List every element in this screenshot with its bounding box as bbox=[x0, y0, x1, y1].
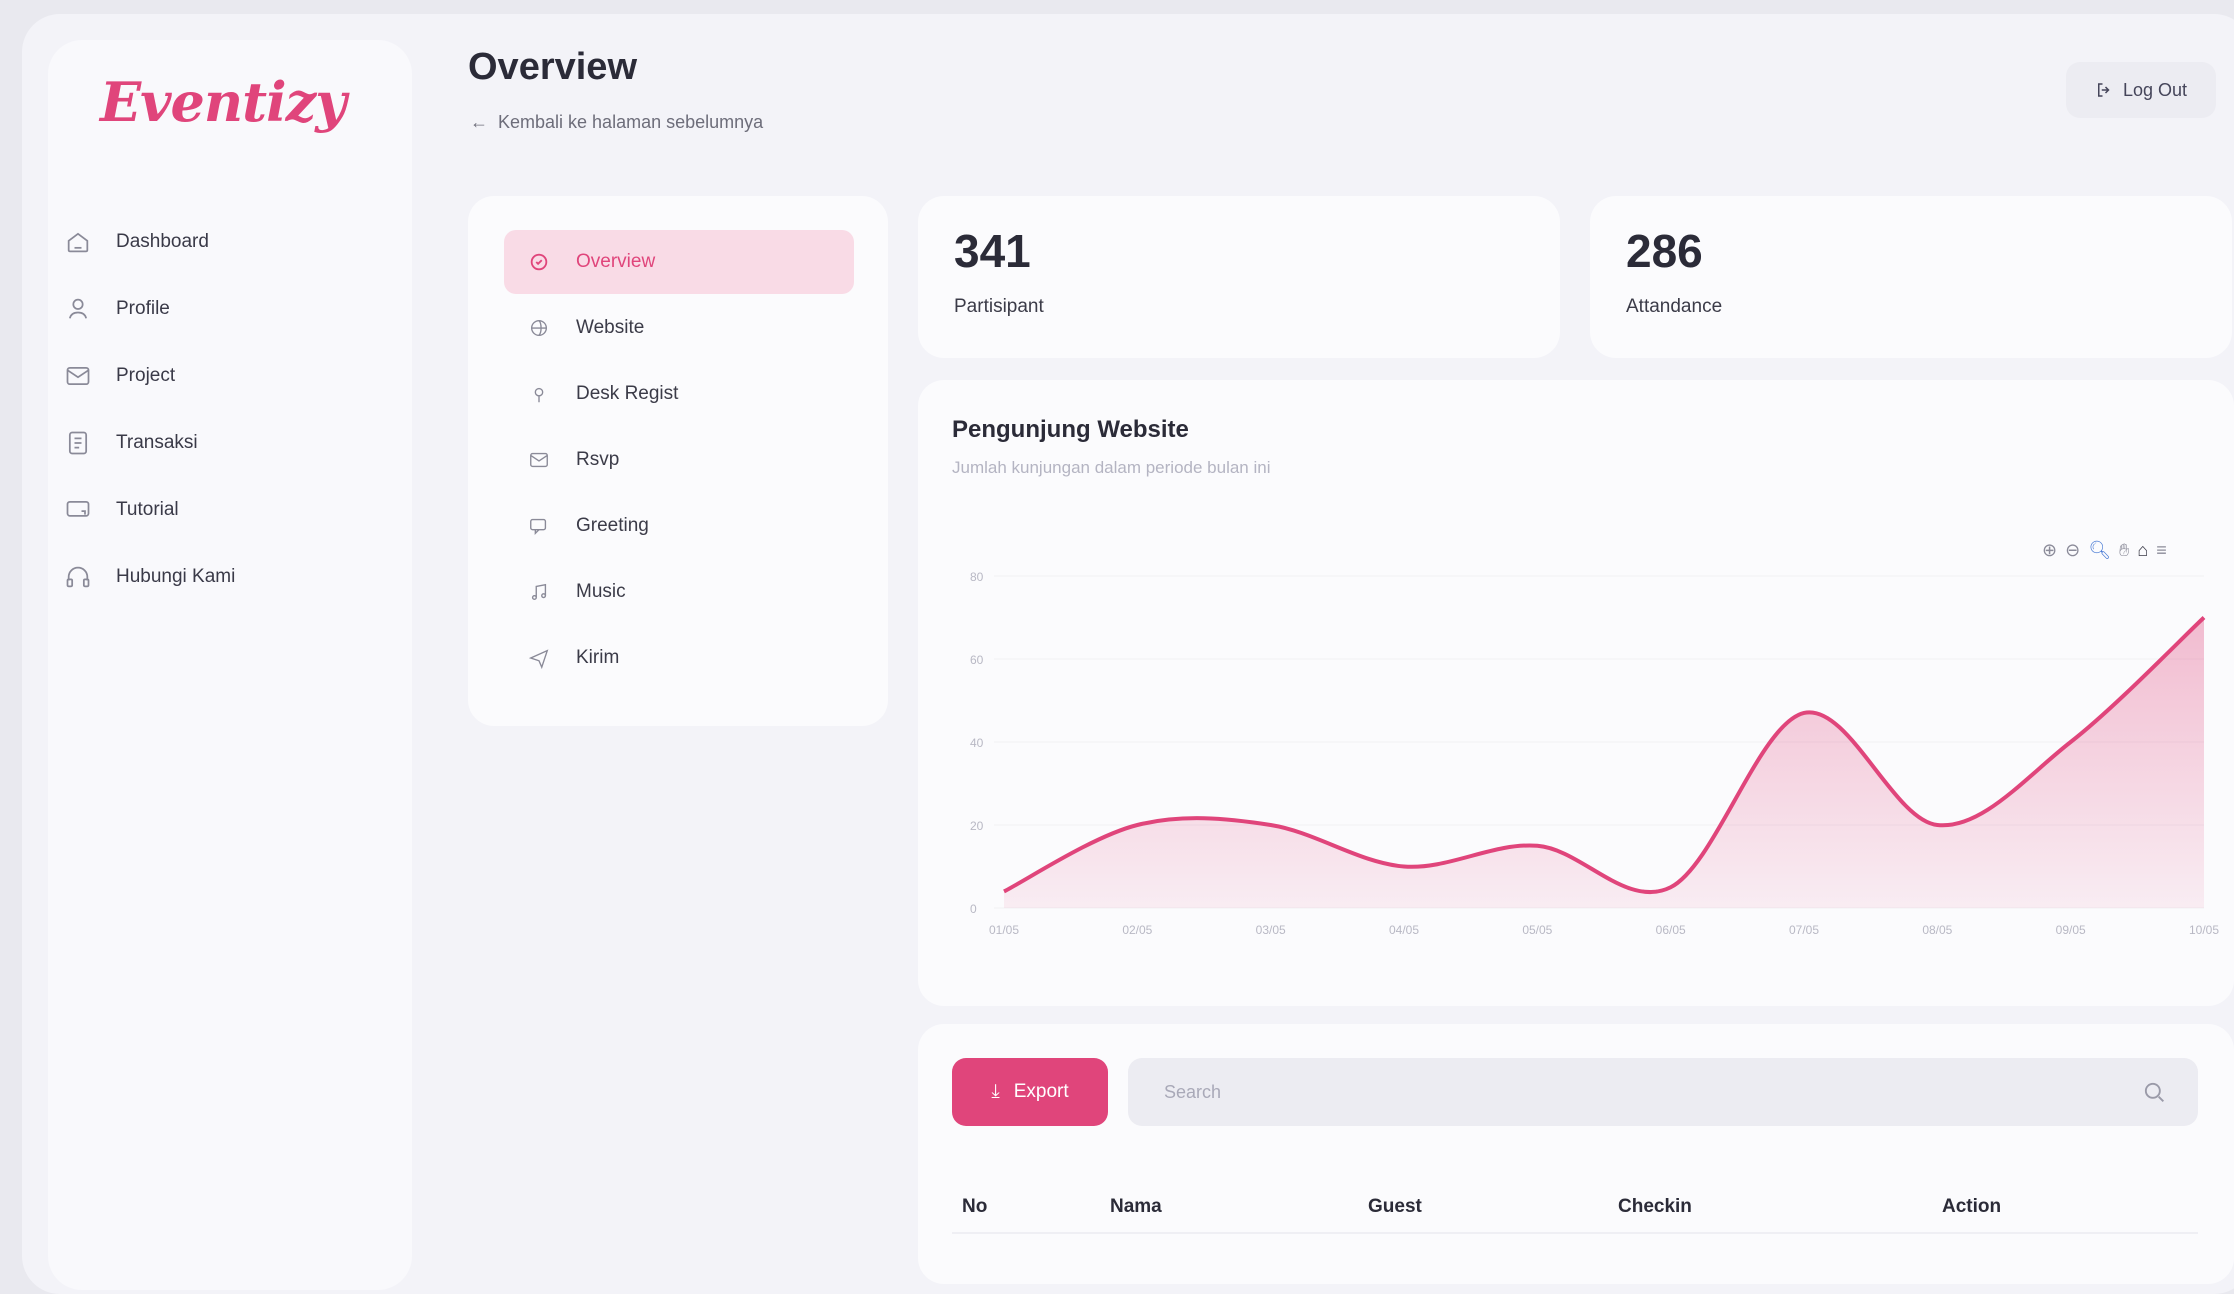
submenu-item-rsvp[interactable]: Rsvp bbox=[504, 428, 854, 492]
y-tick-label: 0 bbox=[970, 902, 977, 916]
submenu-item-label: Website bbox=[576, 317, 645, 338]
submenu-item-label: Overview bbox=[576, 251, 656, 272]
submenu-item-overview[interactable]: Overview bbox=[504, 230, 854, 294]
logout-icon bbox=[2097, 83, 2110, 97]
arrow-left-icon: ← bbox=[470, 112, 488, 132]
back-link-label: Kembali ke halaman sebelumnya bbox=[498, 112, 764, 132]
x-tick-label: 06/05 bbox=[1656, 923, 1686, 937]
page-title: Overview bbox=[468, 46, 637, 88]
submenu-item-greeting[interactable]: Greeting bbox=[504, 494, 854, 558]
back-link[interactable]: ← Kembali ke halaman sebelumnya bbox=[470, 112, 763, 133]
stat-label: Partisipant bbox=[954, 296, 1044, 317]
column-header-nama[interactable]: Nama bbox=[1110, 1196, 1162, 1218]
submenu-item-label: Desk Regist bbox=[576, 383, 679, 404]
sidebar-item-transaksi[interactable]: Transaksi bbox=[64, 423, 198, 463]
chart-area-fill bbox=[1004, 617, 2204, 908]
search-icon[interactable] bbox=[2140, 1078, 2168, 1106]
x-tick-label: 05/05 bbox=[1522, 923, 1552, 937]
header-divider bbox=[952, 1232, 2198, 1234]
sidebar-item-label: Profile bbox=[116, 298, 170, 319]
home-icon bbox=[67, 232, 89, 253]
x-tick-label: 10/05 bbox=[2189, 923, 2219, 937]
export-button[interactable]: ⤓ Export bbox=[952, 1058, 1108, 1126]
search-input[interactable] bbox=[1128, 1058, 2198, 1126]
submenu-item-label: Music bbox=[576, 581, 626, 602]
sidebar-item-label: Transaksi bbox=[116, 432, 198, 453]
monitor-icon bbox=[66, 500, 90, 517]
column-header-guest[interactable]: Guest bbox=[1368, 1196, 1422, 1218]
music-icon bbox=[531, 583, 547, 601]
globe-icon bbox=[530, 319, 548, 337]
chat-icon bbox=[530, 518, 547, 535]
x-tick-label: 01/05 bbox=[989, 923, 1019, 937]
download-icon: ⤓ bbox=[991, 1081, 1000, 1102]
overview-icon bbox=[530, 253, 548, 271]
submenu-item-label: Rsvp bbox=[576, 449, 620, 470]
send-icon bbox=[528, 649, 549, 669]
stat-value: 286 bbox=[1626, 225, 1703, 277]
participant-table-card: ⤓ Export No Nama Guest Checkin Action bbox=[918, 1024, 2234, 1284]
user-icon bbox=[68, 298, 88, 319]
y-tick-label: 60 bbox=[970, 653, 984, 667]
x-tick-label: 02/05 bbox=[1122, 923, 1152, 937]
sidebar-item-profile[interactable]: Profile bbox=[64, 289, 170, 329]
y-tick-label: 40 bbox=[970, 736, 984, 750]
submenu-item-desk-regist[interactable]: Desk Regist bbox=[504, 362, 854, 426]
column-header-checkin[interactable]: Checkin bbox=[1618, 1196, 1692, 1218]
submenu-item-label: Kirim bbox=[576, 647, 620, 668]
stat-value: 341 bbox=[954, 225, 1031, 277]
logout-button[interactable]: Log Out bbox=[2066, 62, 2216, 118]
logout-label: Log Out bbox=[2122, 79, 2188, 100]
receipt-icon bbox=[68, 431, 88, 455]
sidebar-item-label: Dashboard bbox=[116, 231, 209, 252]
stat-label: Attandance bbox=[1626, 296, 1723, 317]
submenu-card: Overview Website Desk Regist Rsvp Greeti… bbox=[468, 196, 888, 726]
column-header-action[interactable]: Action bbox=[1942, 1196, 2001, 1218]
y-tick-label: 20 bbox=[970, 819, 984, 833]
app-logo: Eventizy bbox=[100, 70, 347, 134]
submenu-item-music[interactable]: Music bbox=[504, 560, 854, 624]
sidebar-item-tutorial[interactable]: Tutorial bbox=[64, 490, 179, 530]
pin-icon bbox=[534, 387, 544, 403]
sidebar-item-label: Tutorial bbox=[116, 499, 179, 520]
column-header-no[interactable]: No bbox=[962, 1196, 987, 1218]
submenu-item-website[interactable]: Website bbox=[504, 296, 854, 360]
visitor-chart-card: Pengunjung Website Jumlah kunjungan dala… bbox=[918, 380, 2234, 1006]
sidebar-item-hubungi-kami[interactable]: Hubungi Kami bbox=[64, 557, 235, 597]
export-label: Export bbox=[1013, 1081, 1069, 1102]
envelope-icon bbox=[530, 452, 548, 468]
sidebar-item-label: Hubungi Kami bbox=[116, 566, 236, 587]
x-tick-label: 09/05 bbox=[2056, 923, 2086, 937]
sidebar-item-label: Project bbox=[116, 365, 176, 386]
sidebar-item-project[interactable]: Project bbox=[64, 356, 175, 396]
mail-icon bbox=[66, 366, 90, 386]
sidebar-item-dashboard[interactable]: Dashboard bbox=[64, 222, 209, 262]
stat-card-attandance: 286 Attandance bbox=[1590, 196, 2232, 358]
y-tick-label: 80 bbox=[970, 570, 984, 584]
submenu-item-kirim[interactable]: Kirim bbox=[504, 626, 854, 690]
headset-icon bbox=[66, 566, 90, 588]
x-tick-label: 08/05 bbox=[1922, 923, 1952, 937]
x-tick-label: 04/05 bbox=[1389, 923, 1419, 937]
x-tick-label: 03/05 bbox=[1256, 923, 1286, 937]
x-tick-label: 07/05 bbox=[1789, 923, 1819, 937]
stat-card-partisipant: 341 Partisipant bbox=[918, 196, 1560, 358]
submenu-item-label: Greeting bbox=[576, 515, 649, 536]
visitor-area-chart: 0 20 40 60 80 01/05 02/05 03/05 04/05 05/05 06/05… bbox=[970, 570, 2219, 937]
